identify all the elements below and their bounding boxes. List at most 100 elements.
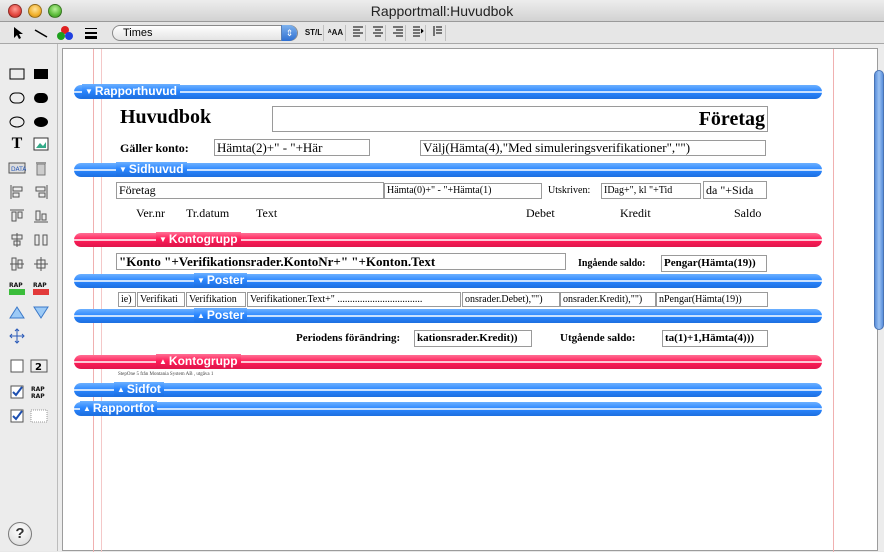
move-cross-icon[interactable] [6, 326, 28, 346]
triangle-up-icon: ▲ [159, 357, 167, 366]
account-field[interactable]: Hämta(2)+" - "+Här [214, 139, 370, 156]
printed-label: Utskriven: [548, 185, 591, 196]
post-debet-field[interactable]: onsrader.Debet),"") [462, 292, 560, 307]
align-left-objects-icon[interactable] [6, 182, 28, 202]
align-right-icon[interactable] [390, 25, 406, 41]
section-label: Rapportfot [92, 401, 155, 415]
col-saldo: Saldo [734, 206, 762, 220]
font-select-value: Times [123, 27, 153, 39]
distribute-objects-icon[interactable] [30, 230, 52, 250]
post-text-field[interactable]: Verifikationer.Text+" ..................… [247, 292, 461, 307]
filled-rectangle-icon[interactable] [30, 64, 52, 84]
page-number-icon[interactable]: 2 [28, 356, 50, 376]
report-field-green-icon[interactable]: RAP [6, 278, 28, 298]
col-vernr: Ver.nr [136, 206, 165, 220]
font-select[interactable]: Times ⇕ [112, 25, 298, 41]
section-label: Sidfot [126, 382, 161, 396]
center-objects-icon[interactable] [30, 254, 52, 274]
svg-text:RAP: RAP [33, 282, 47, 289]
oval-icon[interactable] [6, 112, 28, 132]
section-label: Poster [206, 273, 245, 287]
period-change-label: Periodens förändring: [296, 332, 401, 344]
period-change-field[interactable]: kationsrader.Kredit)) [414, 330, 532, 347]
post-kredit-field[interactable]: onsrader.Kredit),"") [560, 292, 656, 307]
align-right-objects-icon[interactable] [30, 182, 52, 202]
grid-icon[interactable] [28, 406, 50, 426]
svg-text:DATA: DATA [11, 166, 26, 173]
arrow-tool-icon[interactable] [8, 24, 28, 42]
account-label: Gäller konto: [120, 141, 189, 155]
period-field[interactable]: Hämta(0)+" - "+Hämta(1) [384, 183, 542, 199]
checked-checkbox-icon[interactable] [6, 382, 28, 402]
align-vcenter-objects-icon[interactable] [6, 230, 28, 250]
triangle-up-icon: ▲ [117, 385, 125, 394]
size-button[interactable]: ᴬAA [326, 25, 346, 41]
line-weight-icon[interactable] [80, 24, 102, 42]
picture-tool-icon[interactable] [30, 134, 52, 154]
section-rapportfot[interactable]: ▲ Rapportfot [74, 401, 822, 416]
style-button[interactable]: ST/L [304, 25, 324, 41]
left-margin-line-2 [101, 49, 102, 552]
section-down-icon[interactable] [30, 302, 52, 322]
section-up-icon[interactable] [6, 302, 28, 322]
post-saldo-field[interactable]: nPengar(Hämta(19)) [656, 292, 768, 307]
closing-balance-field[interactable]: ta(1)+1,Hämta(4))) [662, 330, 768, 347]
triangle-up-icon: ▲ [83, 404, 91, 413]
opening-balance-label: Ingående saldo: [578, 258, 646, 269]
window-title: Rapportmall:Huvudbok [370, 3, 514, 19]
triangle-up-icon: ▲ [197, 311, 205, 320]
simulation-field[interactable]: Välj(Hämta(4),"Med simuleringsverifikati… [420, 140, 766, 156]
date-field[interactable]: IDag+", kl "+Tid [601, 183, 701, 199]
line-tool-icon[interactable] [30, 24, 52, 42]
post-field[interactable]: ie) [118, 292, 136, 307]
tab-ruler-icon[interactable] [430, 25, 446, 41]
align-left-icon[interactable] [350, 25, 366, 41]
col-kredit: Kredit [620, 206, 651, 220]
chevron-updown-icon: ⇕ [281, 25, 297, 41]
section-poster-header[interactable]: ▼ Poster [74, 273, 822, 288]
tool-palette: T DATA RAP RAP 2 RAP RAP [0, 44, 58, 551]
checkbox-tool[interactable] [6, 356, 28, 376]
section-sidhuvud[interactable]: ▼ Sidhuvud [74, 162, 822, 177]
section-sidfot[interactable]: ▲ Sidfot [74, 382, 822, 397]
help-icon[interactable]: ? [8, 522, 32, 546]
report-field-red-icon[interactable]: RAP [30, 278, 52, 298]
title-bar: Rapportmall:Huvudbok [0, 0, 884, 22]
filled-oval-icon[interactable] [30, 112, 52, 132]
col-debet: Debet [526, 206, 555, 220]
align-top-objects-icon[interactable] [6, 206, 28, 226]
filled-rounded-rect-icon[interactable] [30, 88, 52, 108]
opening-balance-field[interactable]: Pengar(Hämta(19)) [661, 255, 767, 272]
section-poster-footer[interactable]: ▲ Poster [74, 308, 822, 323]
closing-balance-label: Utgående saldo: [560, 332, 636, 344]
company-field[interactable]: Företag [272, 106, 768, 132]
page-number-field[interactable]: da "+Sida [703, 181, 767, 199]
trash-icon[interactable] [30, 158, 52, 178]
checked-checkbox-icon-2[interactable] [6, 406, 28, 426]
align-hcenter-objects-icon[interactable] [6, 254, 28, 274]
color-tool-icon[interactable] [54, 24, 76, 42]
align-bottom-objects-icon[interactable] [30, 206, 52, 226]
section-kontogrupp-footer[interactable]: ▲ Kontogrupp [74, 354, 822, 369]
section-kontogrupp-header[interactable]: ▼ Kontogrupp [74, 232, 822, 247]
rounded-rect-icon[interactable] [6, 88, 28, 108]
data-field-icon[interactable]: DATA [6, 158, 28, 178]
col-text: Text [256, 206, 278, 220]
left-margin-line [93, 49, 94, 552]
svg-text:RAP: RAP [31, 386, 45, 393]
section-rapporthuvud[interactable]: ▼ Rapporthuvud [74, 84, 822, 99]
col-trdatum: Tr.datum [186, 206, 230, 220]
svg-text:RAP: RAP [9, 282, 23, 289]
format-toolbar: Times ⇕ ST/L ᴬAA [0, 22, 884, 44]
account-group-field[interactable]: "Konto "+Verifikationsrader.KontoNr+" "+… [116, 253, 566, 270]
justify-icon[interactable] [410, 25, 426, 41]
vertical-scrollbar[interactable] [874, 70, 884, 330]
align-center-icon[interactable] [370, 25, 386, 41]
report-field-icon[interactable]: RAP RAP [28, 382, 50, 402]
post-field[interactable]: Verifikati [137, 292, 185, 307]
page-company-field[interactable]: Företag [116, 182, 384, 199]
rectangle-icon[interactable] [6, 64, 28, 84]
svg-text:2: 2 [35, 362, 42, 373]
text-tool-icon[interactable]: T [6, 134, 28, 154]
post-field[interactable]: Verifikation [186, 292, 246, 307]
